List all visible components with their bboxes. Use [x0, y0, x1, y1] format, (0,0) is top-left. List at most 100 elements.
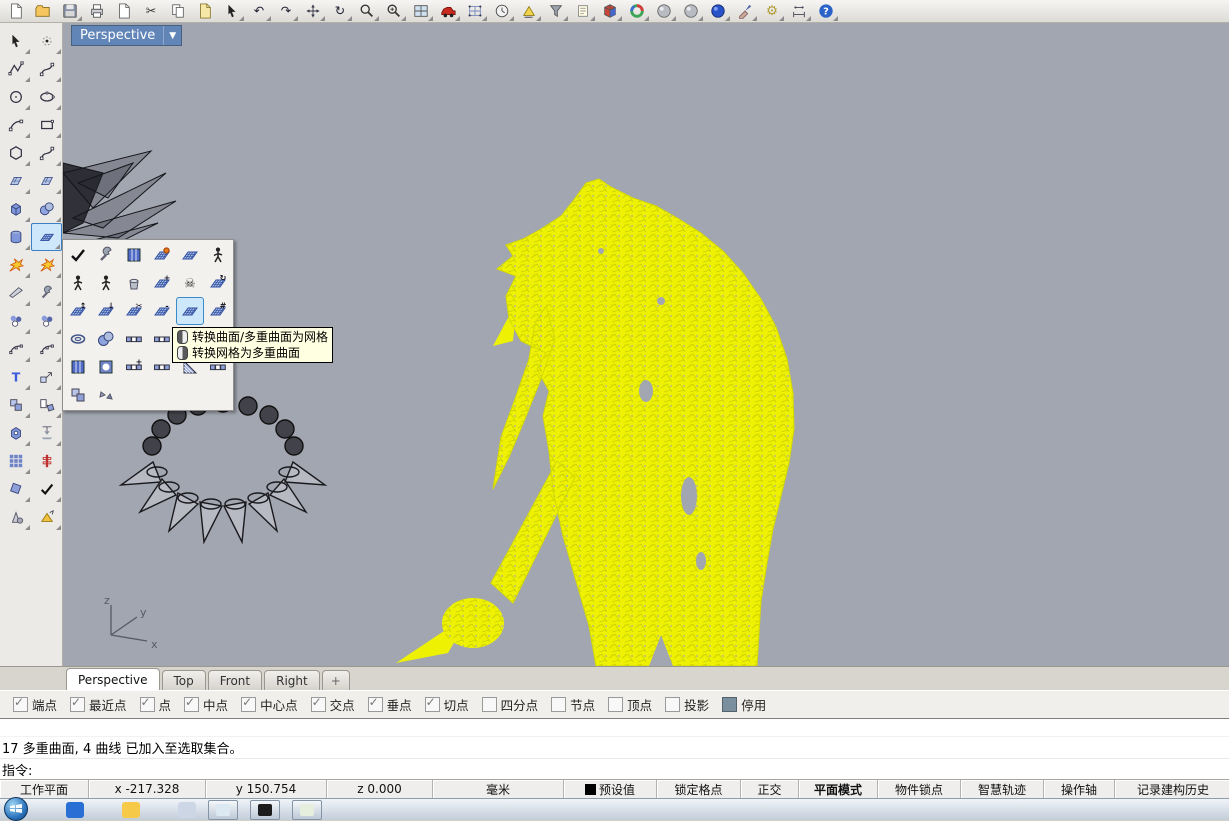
mesh-delete-faces-button[interactable]: ☠ — [176, 269, 204, 297]
mesh-fill-bucket-button[interactable] — [120, 269, 148, 297]
surface-tool[interactable] — [0, 167, 31, 195]
osnap-checkbox-停用[interactable] — [722, 697, 737, 712]
status-record-history[interactable]: 记录建构历史 — [1115, 780, 1229, 798]
undo-button[interactable]: ↶ — [245, 1, 272, 22]
viewport-tab-top[interactable]: Top — [162, 670, 206, 690]
zoom-window-button[interactable] — [380, 1, 407, 22]
osnap-item-中心点[interactable]: 中心点 — [241, 695, 298, 714]
osnap-item-端点[interactable]: 端点 — [13, 695, 57, 714]
rotate-view-button[interactable]: ↻ — [326, 1, 353, 22]
osnap-checkbox-投影[interactable] — [665, 697, 680, 712]
mesh-extract-button[interactable] — [148, 241, 176, 269]
render-button[interactable] — [434, 1, 461, 22]
dimension-button[interactable] — [785, 1, 812, 22]
pan-view-button[interactable] — [299, 1, 326, 22]
osnap-item-节点[interactable]: 节点 — [551, 695, 595, 714]
help-button[interactable]: ? — [812, 1, 839, 22]
mesh-repair-tools-button[interactable] — [92, 241, 120, 269]
rendered-mode-button[interactable] — [704, 1, 731, 22]
control-points-on-button[interactable] — [461, 1, 488, 22]
osnap-checkbox-垂点[interactable] — [368, 697, 383, 712]
array-tool[interactable] — [0, 447, 31, 475]
control-curve-tool[interactable] — [31, 55, 62, 83]
app-messenger-taskbar-icon[interactable] — [122, 802, 140, 818]
mesh-dense-button[interactable]: # — [204, 297, 232, 325]
mesh-person-align-button[interactable] — [64, 269, 92, 297]
status-osnap[interactable]: 物件锁点 — [878, 780, 961, 798]
mesh-ok-button[interactable] — [64, 241, 92, 269]
add-viewport-tab-button[interactable]: + — [322, 670, 350, 690]
notes-button[interactable] — [569, 1, 596, 22]
status-smarttrack[interactable]: 智慧轨迹 — [961, 780, 1044, 798]
select-pointer-button[interactable] — [218, 1, 245, 22]
viewport-title-dropdown[interactable]: ▼ — [163, 26, 181, 45]
viewport-tab-front[interactable]: Front — [208, 670, 262, 690]
status-units[interactable]: 毫米 — [433, 780, 564, 798]
window-image-green-taskbar-button[interactable] — [292, 800, 322, 820]
mesh-person-weld-button[interactable] — [92, 269, 120, 297]
osnap-checkbox-四分点[interactable] — [482, 697, 497, 712]
mesh-add-face-button[interactable]: + — [148, 269, 176, 297]
osnap-checkbox-顶点[interactable] — [608, 697, 623, 712]
orient-tool[interactable] — [0, 475, 31, 503]
osnap-item-垂点[interactable]: 垂点 — [368, 695, 412, 714]
mesh-table-button[interactable] — [176, 241, 204, 269]
status-coord-z[interactable]: z 0.000 — [327, 780, 433, 798]
points-small-tool[interactable] — [31, 307, 62, 335]
osnap-checkbox-端点[interactable] — [13, 697, 28, 712]
cut-button[interactable]: ✂ — [137, 1, 164, 22]
drill-tool[interactable] — [31, 419, 62, 447]
move-tool[interactable] — [31, 363, 62, 391]
hammer-tool[interactable] — [31, 279, 62, 307]
paste-button[interactable] — [191, 1, 218, 22]
check-tool[interactable] — [31, 475, 62, 503]
mesh-torus-button[interactable] — [64, 325, 92, 353]
mesh-person-reduce-button[interactable] — [204, 241, 232, 269]
shaded-mode-button[interactable] — [650, 1, 677, 22]
point-tool[interactable] — [31, 27, 62, 55]
osnap-checkbox-中心点[interactable] — [241, 697, 256, 712]
mesh-box-pair-button[interactable] — [64, 381, 92, 409]
duplicate-page-button[interactable] — [110, 1, 137, 22]
osnap-item-四分点[interactable]: 四分点 — [482, 695, 539, 714]
arc-tool[interactable] — [0, 111, 31, 139]
open-file-button[interactable] — [29, 1, 56, 22]
viewport-tab-right[interactable]: Right — [264, 670, 320, 690]
text-tool[interactable]: T — [0, 363, 31, 391]
cplane-set-button[interactable] — [515, 1, 542, 22]
analyze-clock-button[interactable] — [488, 1, 515, 22]
handle-curve-tool[interactable] — [31, 139, 62, 167]
bend-surface-tool[interactable] — [31, 167, 62, 195]
new-file-button[interactable] — [2, 1, 29, 22]
mesh-tools[interactable] — [31, 223, 62, 251]
osnap-checkbox-交点[interactable] — [311, 697, 326, 712]
explode-small-tool[interactable] — [31, 251, 62, 279]
polygon-tool[interactable] — [0, 139, 31, 167]
options-gears-button[interactable]: ⚙ — [758, 1, 785, 22]
rectangle-tool[interactable] — [31, 111, 62, 139]
mesh-trim-button[interactable]: ✂ — [120, 297, 148, 325]
paint-spray-button[interactable] — [731, 1, 758, 22]
selection-filter-button[interactable] — [542, 1, 569, 22]
osnap-item-停用[interactable]: 停用 — [722, 695, 766, 714]
mesh-rotate-faces-button[interactable]: ↻ — [204, 269, 232, 297]
osnap-item-切点[interactable]: 切点 — [425, 695, 469, 714]
osnap-checkbox-最近点[interactable] — [70, 697, 85, 712]
arc-points-tool[interactable] — [31, 335, 62, 363]
osnap-checkbox-中点[interactable] — [184, 697, 199, 712]
ghosted-mode-button[interactable] — [677, 1, 704, 22]
box-point-tool[interactable] — [0, 419, 31, 447]
mesh-drape-button[interactable]: ↓ — [92, 297, 120, 325]
copy-button[interactable] — [164, 1, 191, 22]
command-prompt[interactable]: 指令: — [0, 759, 1229, 779]
osnap-item-顶点[interactable]: 顶点 — [608, 695, 652, 714]
window-explorer-taskbar-button[interactable] — [208, 800, 238, 820]
pointer-tool[interactable] — [0, 27, 31, 55]
circle-tool[interactable] — [0, 83, 31, 111]
mesh-panel-button[interactable] — [120, 241, 148, 269]
osnap-item-交点[interactable]: 交点 — [311, 695, 355, 714]
four-viewports-button[interactable] — [407, 1, 434, 22]
viewport-tab-perspective[interactable]: Perspective — [66, 668, 160, 690]
viewport-title[interactable]: Perspective ▼ — [71, 25, 182, 46]
osnap-checkbox-切点[interactable] — [425, 697, 440, 712]
